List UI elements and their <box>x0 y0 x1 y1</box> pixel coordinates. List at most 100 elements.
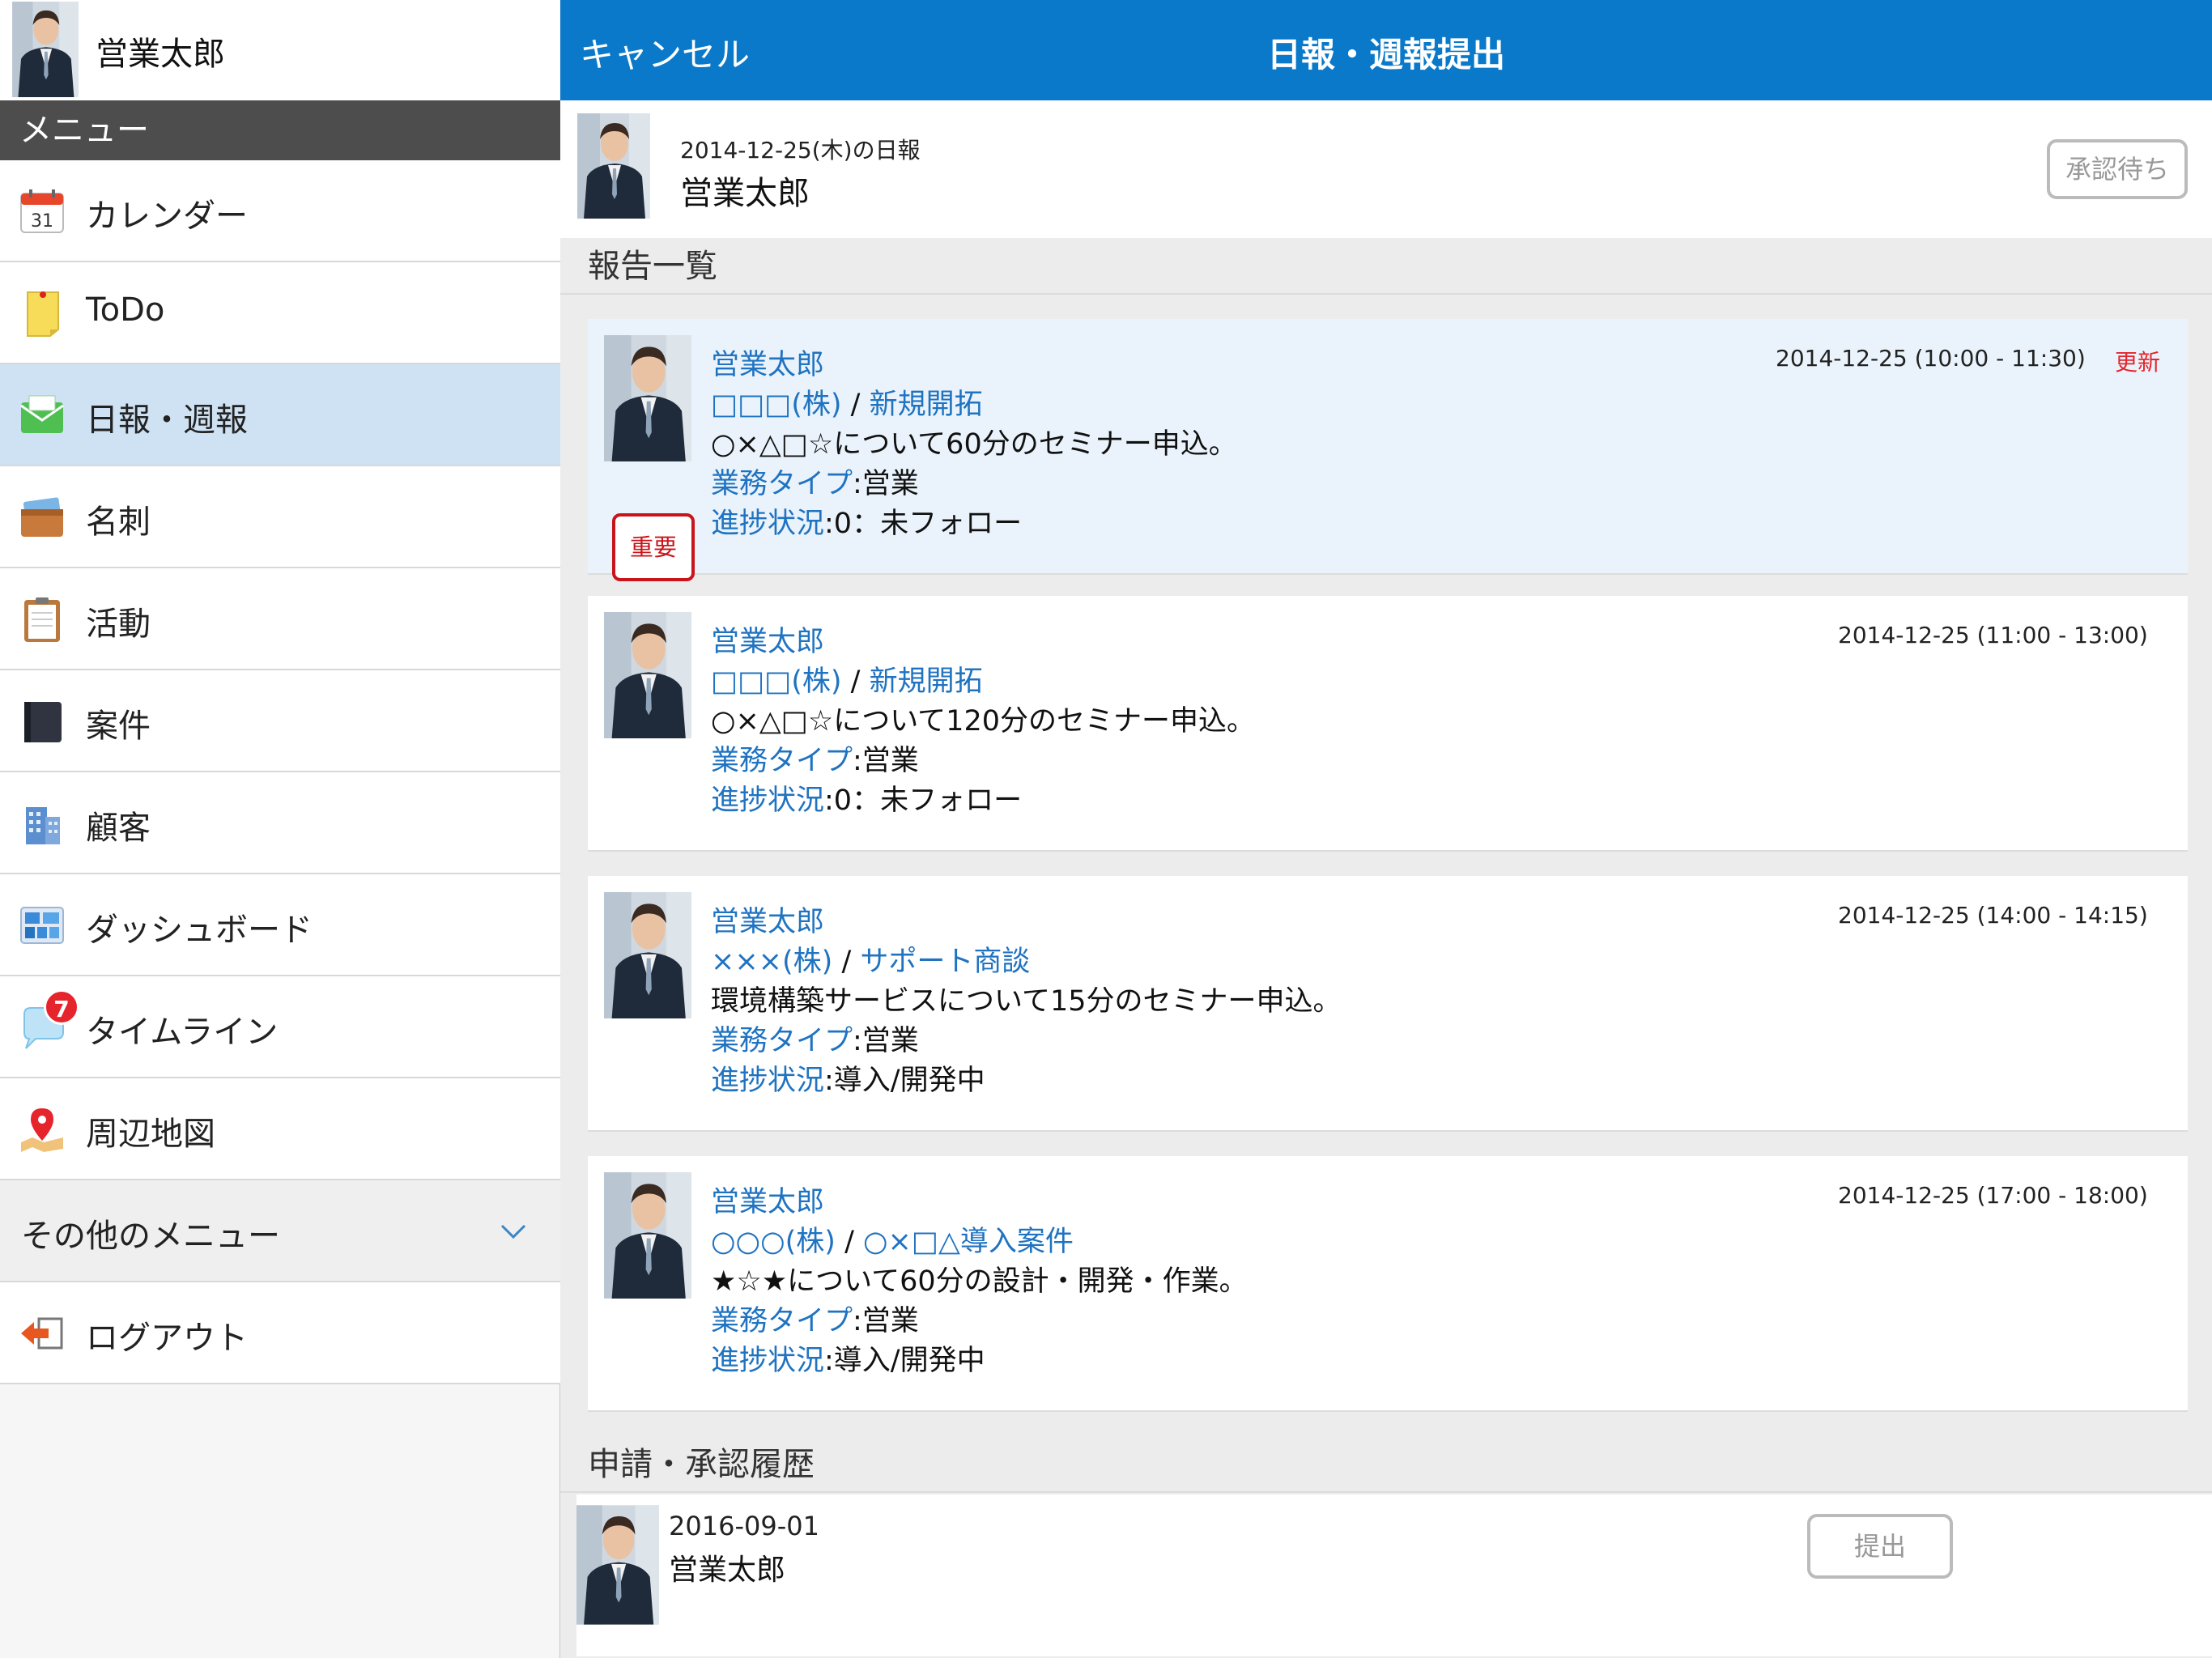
report-card-type-label: 業務タイプ <box>711 468 853 500</box>
report-card-project[interactable]: 新規開拓 <box>870 389 983 421</box>
sidebar-item-label: 活動 <box>86 606 151 643</box>
sidebar-item-customers[interactable]: 顧客 <box>0 772 560 874</box>
sidebar-item-calendar[interactable]: 31 カレンダー <box>0 160 560 262</box>
report-card-author[interactable]: 営業太郎 <box>711 349 824 381</box>
history-row: 2016-09-01 営業太郎 提出 <box>576 1494 2212 1656</box>
sidebar-item-label: タイムライン <box>86 1014 279 1051</box>
sidebar-item-other-menu[interactable]: その他のメニュー <box>0 1180 560 1282</box>
report-card-avatar <box>604 334 691 463</box>
reports-section-title: 報告一覧 <box>560 238 2212 295</box>
report-card-separator: / <box>844 1226 854 1258</box>
report-card-company[interactable]: □□□(株) <box>711 665 842 698</box>
page-title: 日報・週報提出 <box>1266 35 1505 74</box>
report-header: 2014-12-25(木)の日報 営業太郎 承認待ち <box>560 100 2212 238</box>
report-card-type-label: 業務タイプ <box>711 1025 853 1057</box>
top-navigation-bar: キャンセル 日報・週報提出 <box>560 0 2212 100</box>
calendar-icon: 31 <box>20 189 64 233</box>
report-card-avatar <box>604 610 691 740</box>
map-pin-icon <box>21 1108 63 1152</box>
report-card-avatar <box>604 891 691 1020</box>
report-card[interactable]: 営業太郎 □□□(株) / 新規開拓 ○×△□☆について120分のセミナー申込。… <box>588 596 2188 852</box>
sidebar-item-label: ToDo <box>86 291 165 329</box>
report-author-name: 営業太郎 <box>680 175 810 212</box>
sidebar-item-label: 案件 <box>86 708 151 745</box>
sidebar-item-todo[interactable]: ToDo <box>0 262 560 364</box>
report-card-avatar <box>604 1171 691 1300</box>
report-card-separator: / <box>841 946 852 978</box>
history-user-name: 営業太郎 <box>669 1554 786 1587</box>
report-envelope-icon <box>20 395 64 433</box>
report-card-separator: / <box>850 389 861 421</box>
report-card-description: ★☆★について60分の設計・開発・作業。 <box>711 1265 1248 1298</box>
report-card-progress-value: :導入/開発中 <box>824 1345 985 1377</box>
report-author-avatar <box>576 113 651 219</box>
report-card-author[interactable]: 営業太郎 <box>711 626 824 658</box>
report-card-description: 環境構築サービスについて15分のセミナー申込。 <box>711 985 1342 1018</box>
sidebar-item-label: その他のメニュー <box>21 1218 280 1255</box>
report-card-time: 2014-12-25 (14:00 - 14:15) <box>1838 902 2148 929</box>
report-card-type-value: :営業 <box>853 468 919 500</box>
todo-note-icon <box>27 291 59 337</box>
sidebar-item-logout[interactable]: ログアウト <box>0 1282 560 1384</box>
report-card-type-label: 業務タイプ <box>711 1305 853 1337</box>
sidebar-item-daily-report[interactable]: 日報・週報 <box>0 364 560 466</box>
report-card-type-label: 業務タイプ <box>711 745 853 777</box>
sidebar-user-name: 営業太郎 <box>96 36 225 73</box>
sidebar-item-business-card[interactable]: 名刺 <box>0 466 560 568</box>
report-card-type-value: :営業 <box>853 1305 919 1337</box>
report-card-progress-label: 進捗状況 <box>711 1345 825 1377</box>
svg-text:31: 31 <box>31 211 53 232</box>
history-avatar <box>576 1504 659 1626</box>
chevron-down-icon <box>500 1224 526 1239</box>
report-card[interactable]: 営業太郎 ×××(株) / サポート商談 環境構築サービスについて15分のセミナ… <box>588 876 2188 1132</box>
user-avatar <box>8 2 83 97</box>
important-badge[interactable]: 重要 <box>612 513 695 581</box>
report-date: 2014-12-25(木)の日報 <box>680 137 921 164</box>
report-card-company[interactable]: ○○○(株) <box>711 1226 836 1258</box>
report-card-progress-value: :導入/開発中 <box>824 1065 985 1097</box>
sidebar-item-timeline[interactable]: 7 タイムライン <box>0 976 560 1078</box>
logout-icon <box>21 1317 63 1350</box>
report-card-description: ○×△□☆について120分のセミナー申込。 <box>711 705 1255 738</box>
menu-header: メニュー <box>0 100 560 160</box>
report-card-progress-value: :0：未フォロー <box>824 784 1023 817</box>
submit-button[interactable]: 提出 <box>1807 1514 1953 1579</box>
sidebar-item-label: 日報・週報 <box>86 402 248 439</box>
report-card-type-value: :営業 <box>853 1025 919 1057</box>
report-card-project[interactable]: サポート商談 <box>860 946 1030 978</box>
sidebar-item-nearby-map[interactable]: 周辺地図 <box>0 1078 560 1180</box>
report-card-type-value: :営業 <box>853 745 919 777</box>
report-card-progress-label: 進捗状況 <box>711 784 825 817</box>
sidebar-item-deals[interactable]: 案件 <box>0 670 560 772</box>
sidebar-item-label: ダッシュボード <box>86 912 313 949</box>
notebook-icon <box>24 702 62 742</box>
report-card-progress-label: 進捗状況 <box>711 1065 825 1097</box>
history-section-title: 申請・承認履歴 <box>560 1436 2212 1493</box>
building-icon <box>26 807 60 844</box>
report-card-progress-value: :0：未フォロー <box>824 508 1023 540</box>
awaiting-approval-button[interactable]: 承認待ち <box>2047 139 2188 199</box>
report-card-project[interactable]: 新規開拓 <box>870 665 983 698</box>
timeline-badge: 7 <box>44 989 79 1025</box>
sidebar: 営業太郎 メニュー 31 カレンダー ToDo 日報・週報 名刺 活動 案件 顧… <box>0 0 560 1658</box>
main-content: キャンセル 日報・週報提出 2014-12-25(木)の日報 営業太郎 承認待ち… <box>560 0 2212 1658</box>
sidebar-item-activity[interactable]: 活動 <box>0 568 560 670</box>
menu-list: 31 カレンダー ToDo 日報・週報 名刺 活動 案件 顧客 ダッシュボード … <box>0 160 560 1384</box>
report-card-company[interactable]: ×××(株) <box>711 946 832 978</box>
report-card[interactable]: 営業太郎 ○○○(株) / ○×□△導入案件 ★☆★について60分の設計・開発・… <box>588 1156 2188 1412</box>
report-card-company[interactable]: □□□(株) <box>711 389 842 421</box>
sidebar-profile[interactable]: 営業太郎 <box>0 0 560 100</box>
report-card[interactable]: 営業太郎 □□□(株) / 新規開拓 ○×△□☆について60分のセミナー申込。 … <box>588 319 2188 581</box>
report-card-author[interactable]: 営業太郎 <box>711 906 824 938</box>
report-card-separator: / <box>850 665 861 698</box>
update-link[interactable]: 更新 <box>2115 345 2160 377</box>
sidebar-item-dashboard[interactable]: ダッシュボード <box>0 874 560 976</box>
report-card-project[interactable]: ○×□△導入案件 <box>863 1226 1074 1258</box>
dashboard-icon <box>20 907 64 944</box>
report-card-author[interactable]: 営業太郎 <box>711 1186 824 1218</box>
clipboard-icon <box>24 597 60 642</box>
sidebar-item-label: カレンダー <box>86 198 248 235</box>
sidebar-item-label: 顧客 <box>86 810 151 847</box>
sidebar-item-label: 名刺 <box>86 504 151 541</box>
sidebar-item-label: 周辺地図 <box>86 1116 215 1153</box>
